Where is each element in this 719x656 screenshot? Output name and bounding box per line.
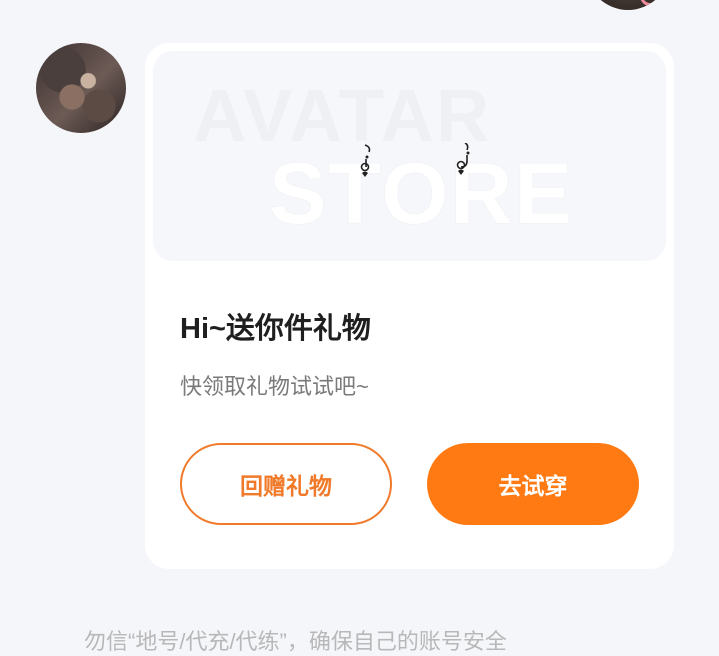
- sender-avatar[interactable]: [36, 43, 126, 133]
- banner-watermark-avatar: AVATAR: [193, 74, 492, 157]
- gift-message-card: AVATAR STORE Hi~送你件礼物 快领取礼物试试吧~ 回赠礼物 去试穿: [145, 43, 674, 569]
- banner-watermark-store: STORE: [269, 146, 574, 242]
- earring-left-icon: [360, 144, 371, 177]
- gift-back-button[interactable]: 回赠礼物: [180, 443, 392, 525]
- card-subtitle: 快领取礼物试试吧~: [180, 374, 369, 399]
- card-title: Hi~送你件礼物: [180, 313, 371, 345]
- try-on-button[interactable]: 去试穿: [427, 443, 639, 525]
- other-user-avatar[interactable]: [586, 0, 670, 10]
- pink-accessory-icon: [640, 0, 664, 6]
- safety-notice: 勿信“地号/代充/代练”，确保自己的账号安全: [84, 629, 507, 654]
- avatar-store-banner[interactable]: AVATAR STORE: [153, 51, 666, 261]
- earring-right-icon: [456, 143, 470, 175]
